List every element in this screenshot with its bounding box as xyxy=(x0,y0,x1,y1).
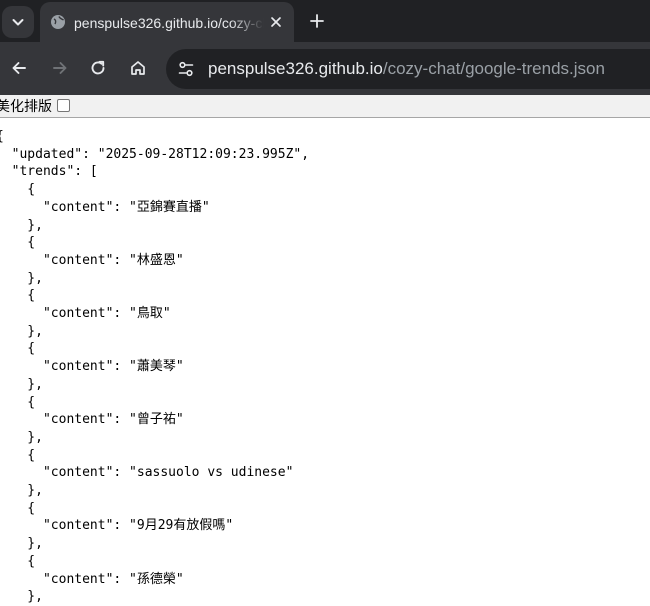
json-line: "content": "蕭美琴" xyxy=(0,359,184,375)
json-line: "content": "9月29有放假嗎" xyxy=(0,518,234,534)
json-line: }, xyxy=(0,483,43,499)
tab-title: penspulse326.github.io/cozy-chat/google-… xyxy=(74,15,264,31)
plus-icon xyxy=(310,14,324,28)
json-content: { "updated": "2025-09-28T12:09:23.995Z",… xyxy=(0,128,309,606)
json-line: { xyxy=(27,182,36,198)
forward-button[interactable] xyxy=(46,54,74,82)
json-line: }, xyxy=(0,376,43,392)
json-line: }, xyxy=(0,270,43,286)
json-line: "trends": [ xyxy=(0,164,98,180)
arrow-left-icon xyxy=(12,62,26,74)
arrow-right-icon xyxy=(53,62,67,74)
url-text[interactable]: penspulse326.github.io/cozy-chat/google-… xyxy=(208,58,605,80)
home-button[interactable] xyxy=(124,54,152,82)
json-line: }, xyxy=(0,217,43,233)
globe-icon xyxy=(51,15,65,29)
browser-tab[interactable]: penspulse326.github.io/cozy-chat/google-… xyxy=(40,2,294,42)
json-line: { xyxy=(0,129,4,144)
json-line: "content": "林盛恩" xyxy=(0,252,184,268)
address-bar[interactable]: penspulse326.github.io/cozy-chat/google-… xyxy=(166,49,650,89)
tune-icon xyxy=(178,61,194,77)
json-line: }, xyxy=(0,323,43,339)
json-line: }, xyxy=(0,429,43,445)
url-host: penspulse326.github.io xyxy=(208,59,383,78)
json-line: "content": "亞錦賽直播" xyxy=(0,199,210,215)
site-info-button[interactable] xyxy=(174,57,198,81)
pretty-print-checkbox[interactable] xyxy=(57,99,70,112)
json-line: { xyxy=(27,447,36,463)
json-line: { xyxy=(27,341,36,357)
json-line: }, xyxy=(0,589,43,605)
json-line: { xyxy=(27,500,36,516)
json-line: }, xyxy=(0,536,43,552)
json-line: { xyxy=(27,394,36,410)
reload-button[interactable] xyxy=(84,54,112,82)
back-button[interactable] xyxy=(5,54,33,82)
json-line: "content": "孫德榮" xyxy=(0,571,184,587)
json-line: { xyxy=(27,553,36,569)
reload-icon xyxy=(91,60,105,75)
json-line: "content": "鳥取" xyxy=(0,306,171,322)
json-line: { xyxy=(27,288,36,304)
chevron-down-icon xyxy=(12,19,24,26)
browser-toolbar: penspulse326.github.io/cozy-chat/google-… xyxy=(0,42,650,95)
tab-strip: penspulse326.github.io/cozy-chat/google-… xyxy=(0,0,650,42)
pretty-print-bar: 美化排版 xyxy=(0,95,650,118)
json-line: "content": "sassuolo vs udinese" xyxy=(0,465,294,481)
json-line: "content": "曾子祐" xyxy=(0,412,184,428)
tab-close-button[interactable] xyxy=(266,12,286,32)
close-icon xyxy=(271,17,281,27)
home-icon xyxy=(131,61,145,75)
json-line: "updated": "2025-09-28T12:09:23.995Z", xyxy=(0,146,310,162)
pretty-print-label: 美化排版 xyxy=(0,98,52,114)
tab-search-button[interactable] xyxy=(2,6,34,38)
url-path: /cozy-chat/google-trends.json xyxy=(382,59,605,78)
json-line: { xyxy=(27,235,36,251)
new-tab-button[interactable] xyxy=(304,8,330,34)
